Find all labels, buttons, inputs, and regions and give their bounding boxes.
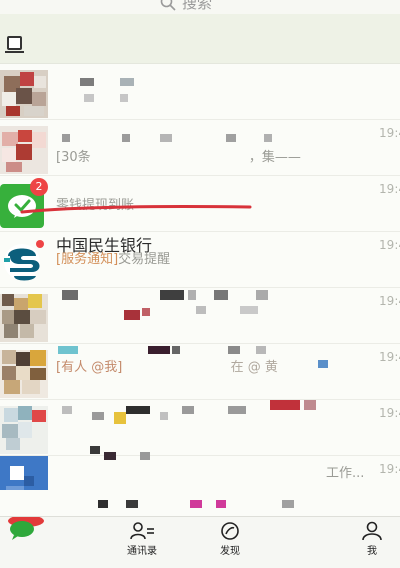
compass-icon xyxy=(221,522,239,540)
avatar xyxy=(0,406,48,454)
avatar xyxy=(0,70,48,118)
person-icon xyxy=(362,521,382,541)
chat-time: 19:4 xyxy=(379,350,400,364)
minsheng-bank-logo-icon xyxy=(4,240,44,281)
bottom-tab-bar: 通讯录 发现 我 xyxy=(0,516,400,568)
unread-badge: 2 xyxy=(30,178,48,196)
bank-avatar xyxy=(0,238,48,286)
chat-item[interactable]: 19:4 [30条 ，集—— xyxy=(0,120,400,176)
tab-contacts[interactable]: 通讯录 xyxy=(112,521,172,557)
chat-time: 19:4 xyxy=(379,406,400,420)
device-login-banner[interactable] xyxy=(0,14,400,64)
chat-preview: 零钱提现到账 xyxy=(56,198,135,213)
tab-me[interactable]: 我 xyxy=(342,521,400,557)
chat-item[interactable]: 19:4 [有人 @我] 在 @ 黄 xyxy=(0,344,400,400)
chat-item-bank[interactable]: 19:4 中国民生银行 [服务通知]交易提醒 xyxy=(0,232,400,288)
computer-icon xyxy=(5,36,24,53)
avatar xyxy=(0,126,48,174)
chat-preview: 工作... xyxy=(326,466,365,481)
chat-preview: [有人 @我] 在 @ 黄 xyxy=(56,360,278,375)
search-bar[interactable]: 搜索 xyxy=(0,0,400,14)
chat-time: 19:4 xyxy=(379,126,400,140)
contacts-icon xyxy=(130,522,154,540)
chat-time: 19:4 xyxy=(379,238,400,252)
tab-chats[interactable] xyxy=(0,517,48,544)
tab-discover[interactable]: 发现 xyxy=(200,521,260,557)
chat-time: 19:4 xyxy=(379,182,400,196)
search-placeholder: 搜索 xyxy=(182,0,213,12)
search-icon xyxy=(160,0,176,11)
chat-preview: [服务通知]交易提醒 xyxy=(56,252,171,267)
avatar xyxy=(0,294,48,342)
chat-item[interactable]: 19:4 xyxy=(0,288,400,344)
chat-item-wechat-pay[interactable]: 2 19:4 零钱提现到账 xyxy=(0,176,400,232)
chat-bubble-icon xyxy=(8,517,44,540)
chat-item[interactable] xyxy=(0,64,400,120)
avatar xyxy=(0,350,48,398)
chat-preview: [30条 ，集—— xyxy=(56,150,301,165)
service-tag: [服务通知] xyxy=(56,252,119,267)
chat-item[interactable]: 19:4 xyxy=(0,400,400,456)
chat-time: 19:4 xyxy=(379,294,400,308)
chat-time: 19:4 xyxy=(379,462,400,476)
